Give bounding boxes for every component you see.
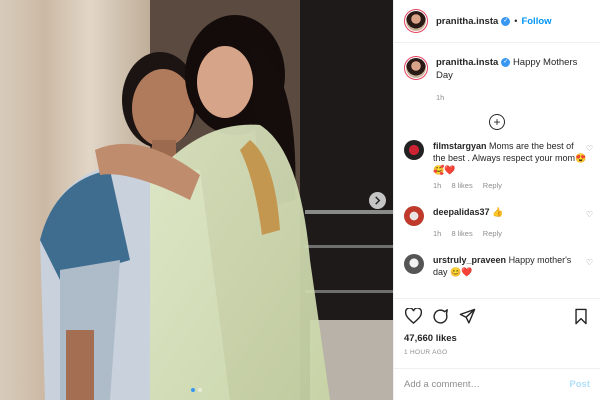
comment-likes[interactable]: 8 likes <box>451 229 472 238</box>
carousel-dot <box>198 388 202 392</box>
comment-like-heart-icon[interactable]: ♡ <box>586 210 593 219</box>
caption-username[interactable]: pranitha.insta <box>436 57 498 68</box>
heart-icon[interactable] <box>404 307 422 325</box>
action-bar: 47,660 likes 1 HOUR AGO <box>394 298 600 356</box>
header-username[interactable]: pranitha.insta <box>436 16 498 27</box>
carousel-dots <box>0 388 393 392</box>
comment-like-heart-icon[interactable]: ♡ <box>586 144 593 153</box>
post-header: pranitha.insta ✓ • Follow <box>394 0 600 43</box>
verified-badge-icon: ✓ <box>501 57 511 67</box>
comment-item: urstruly_praveen Happy mother's day 😊❤️ … <box>404 254 593 278</box>
comment-time: 1h <box>433 181 442 190</box>
comment-avatar[interactable] <box>404 140 424 160</box>
share-icon[interactable] <box>458 307 476 325</box>
comment-time: 1h <box>433 229 442 238</box>
comment-icon[interactable] <box>431 307 449 325</box>
photo-illustration <box>0 0 393 400</box>
comments-area: pranitha.insta ✓ Happy Mothers Day 1h + f… <box>394 43 600 298</box>
verified-badge-icon: ✓ <box>501 16 511 26</box>
post-comment-button[interactable]: Post <box>569 379 590 390</box>
reply-button[interactable]: Reply <box>483 181 502 190</box>
post-timestamp: 1 HOUR AGO <box>404 349 448 356</box>
plus-circle-icon: + <box>489 114 505 130</box>
avatar[interactable] <box>404 9 428 33</box>
add-comment-input[interactable] <box>404 379 570 390</box>
comment-username[interactable]: urstruly_praveen <box>433 255 506 265</box>
post-sidebar: pranitha.insta ✓ • Follow pranitha.insta… <box>393 0 600 400</box>
caption: pranitha.insta ✓ Happy Mothers Day 1h <box>404 43 590 104</box>
comment-username[interactable]: deepalidas37 <box>433 207 490 217</box>
comment-avatar[interactable] <box>404 254 424 274</box>
comment-username[interactable]: filmstargyan <box>433 141 487 151</box>
follow-button[interactable]: Follow <box>521 16 551 27</box>
comment-item: filmstargyan Moms are the best of the be… <box>404 140 593 192</box>
caption-time: 1h <box>436 93 445 102</box>
likes-count[interactable]: 47,660 likes <box>404 333 590 344</box>
reply-button[interactable]: Reply <box>483 229 502 238</box>
comment-avatar[interactable] <box>404 206 424 226</box>
next-photo-button[interactable] <box>369 192 386 209</box>
caption-avatar[interactable] <box>404 56 428 80</box>
comment-like-heart-icon[interactable]: ♡ <box>586 258 593 267</box>
post-modal: pranitha.insta ✓ • Follow pranitha.insta… <box>0 0 600 400</box>
post-photo[interactable] <box>0 0 393 400</box>
comment-likes[interactable]: 8 likes <box>451 181 472 190</box>
bookmark-icon[interactable] <box>572 307 590 325</box>
comment-text: 👍 <box>492 207 504 217</box>
load-more-comments-button[interactable]: + <box>404 114 590 130</box>
separator: • <box>514 16 518 26</box>
comment-item: deepalidas37 👍 1h 8 likes Reply ♡ <box>404 206 593 240</box>
chevron-right-icon <box>375 196 381 205</box>
carousel-dot-active <box>191 388 195 392</box>
add-comment-bar: Post <box>394 368 600 400</box>
